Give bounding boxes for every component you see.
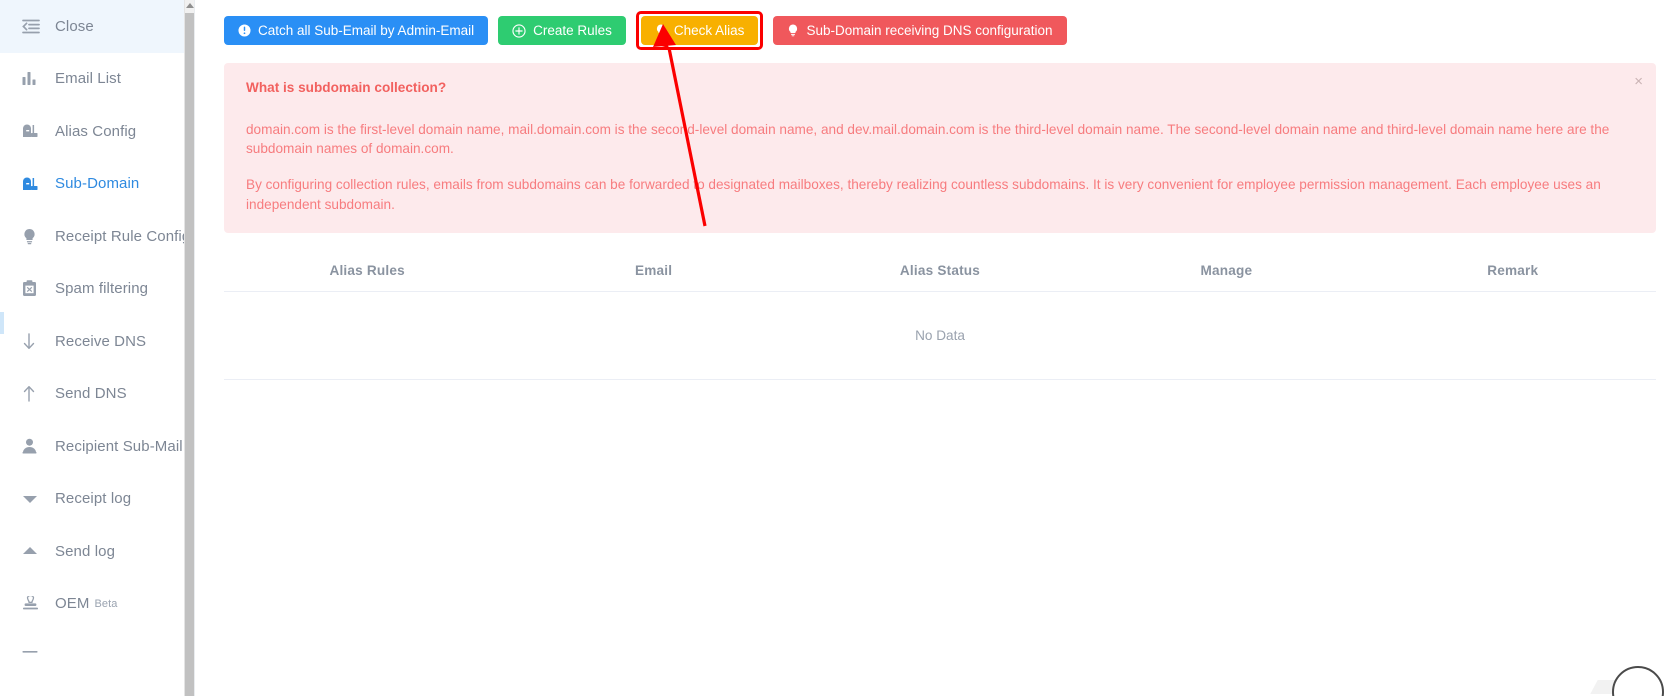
lightbulb-icon	[655, 23, 667, 38]
column-header-alias-status[interactable]: Alias Status	[796, 250, 1084, 292]
sidebar-item-send-log[interactable]: Send log	[0, 525, 194, 578]
table-head: Alias Rules Email Alias Status Manage Re…	[224, 250, 1656, 292]
create-rules-button[interactable]: Create Rules	[498, 16, 626, 45]
caret-up-icon	[22, 542, 44, 560]
sidebar-item-partial[interactable]	[0, 630, 194, 683]
scroll-up-arrow-icon[interactable]	[186, 3, 194, 8]
sidebar-item-spam-filtering[interactable]: Spam filtering	[0, 263, 194, 316]
alert-paragraph-1: domain.com is the first-level domain nam…	[246, 121, 1610, 157]
sidebar-item-label: Close	[55, 17, 94, 35]
user-icon	[22, 437, 44, 455]
sidebar-item-label: OEM	[55, 595, 90, 613]
list-icon	[22, 647, 44, 665]
sidebar-scrollbar[interactable]	[184, 0, 194, 696]
table-empty-row: No Data	[224, 291, 1656, 380]
stamp-icon	[22, 595, 44, 613]
sidebar-item-label: Receipt log	[55, 490, 132, 508]
column-header-remark[interactable]: Remark	[1369, 250, 1656, 292]
button-label: Check Alias	[673, 22, 745, 38]
clipboard-x-icon	[22, 280, 44, 298]
sidebar-item-send-dns[interactable]: Send DNS	[0, 368, 194, 421]
sidebar-item-alias-config[interactable]: Alias Config	[0, 105, 194, 158]
sidebar-item-badge: Beta	[94, 597, 118, 610]
lightbulb-icon	[787, 23, 799, 38]
sidebar-item-sub-domain[interactable]: Sub-Domain	[0, 158, 194, 211]
sub-domain-dns-config-button[interactable]: Sub-Domain receiving DNS configuration	[773, 16, 1067, 45]
arrow-down-icon	[22, 332, 44, 350]
caret-down-icon	[22, 490, 44, 508]
mailbox-icon	[22, 122, 44, 140]
sidebar-item-label: Send log	[55, 542, 116, 560]
catch-all-sub-email-button[interactable]: Catch all Sub-Email by Admin-Email	[224, 16, 489, 45]
column-header-email[interactable]: Email	[510, 250, 797, 292]
info-circle-icon	[238, 24, 251, 37]
sidebar-item-email-list[interactable]: Email List	[0, 53, 194, 106]
action-toolbar: Catch all Sub-Email by Admin-Email Creat…	[195, 0, 1668, 50]
check-alias-button[interactable]: Check Alias	[640, 16, 759, 45]
info-alert: × What is subdomain collection? domain.c…	[224, 63, 1656, 233]
sidebar-item-label: Sub-Domain	[55, 175, 140, 193]
button-label: Sub-Domain receiving DNS configuration	[806, 22, 1053, 38]
alias-table-wrapper: Alias Rules Email Alias Status Manage Re…	[224, 250, 1656, 380]
sidebar-item-close[interactable]: Close	[0, 0, 194, 53]
sidebar-item-label: Receive DNS	[55, 332, 147, 350]
sidebar-item-label: Send DNS	[55, 385, 127, 403]
button-label: Create Rules	[533, 22, 612, 38]
app-root: Close Email List Alias Config Sub-Domain…	[0, 0, 1668, 696]
plus-circle-icon	[512, 23, 526, 38]
table-body: No Data	[224, 291, 1656, 380]
sidebar-item-label: Alias Config	[55, 122, 137, 140]
lightbulb-icon	[22, 227, 44, 245]
sidebar-item-receive-dns[interactable]: Receive DNS	[0, 315, 194, 368]
column-header-manage[interactable]: Manage	[1083, 250, 1370, 292]
sidebar-item-label: Email List	[55, 70, 122, 88]
alias-table: Alias Rules Email Alias Status Manage Re…	[224, 250, 1656, 380]
no-data-text: No Data	[224, 291, 1656, 380]
main-content: Catch all Sub-Email by Admin-Email Creat…	[195, 0, 1668, 696]
sidebar-item-label: Spam filtering	[55, 280, 149, 298]
sidebar-item-label: Receipt Rule Config	[55, 227, 191, 245]
sidebar-item-recipient-sub-mail[interactable]: Recipient Sub-Mail	[0, 420, 194, 473]
sidebar: Close Email List Alias Config Sub-Domain…	[0, 0, 195, 696]
table-header-row: Alias Rules Email Alias Status Manage Re…	[224, 250, 1656, 292]
sidebar-item-label: Recipient Sub-Mail	[55, 437, 183, 455]
column-header-alias-rules[interactable]: Alias Rules	[224, 250, 511, 292]
close-icon[interactable]: ×	[1634, 74, 1643, 89]
sidebar-item-receipt-rule-config[interactable]: Receipt Rule Config	[0, 210, 194, 263]
help-widget-button[interactable]	[1612, 666, 1664, 696]
sidebar-nav-list: Close Email List Alias Config Sub-Domain…	[0, 0, 194, 683]
alert-paragraph-2: By configuring collection rules, emails …	[246, 177, 1601, 212]
mailbox-icon	[22, 175, 44, 193]
bar-chart-icon	[22, 70, 44, 88]
menu-collapse-icon	[22, 17, 44, 35]
sidebar-item-oem[interactable]: OEM Beta	[0, 578, 194, 631]
button-label: Catch all Sub-Email by Admin-Email	[258, 22, 475, 38]
arrow-up-icon	[22, 385, 44, 403]
check-alias-highlight-box: Check Alias	[635, 11, 764, 50]
scrollbar-thumb[interactable]	[185, 13, 194, 696]
sidebar-item-receipt-log[interactable]: Receipt log	[0, 473, 194, 526]
alert-title: What is subdomain collection?	[246, 80, 447, 95]
